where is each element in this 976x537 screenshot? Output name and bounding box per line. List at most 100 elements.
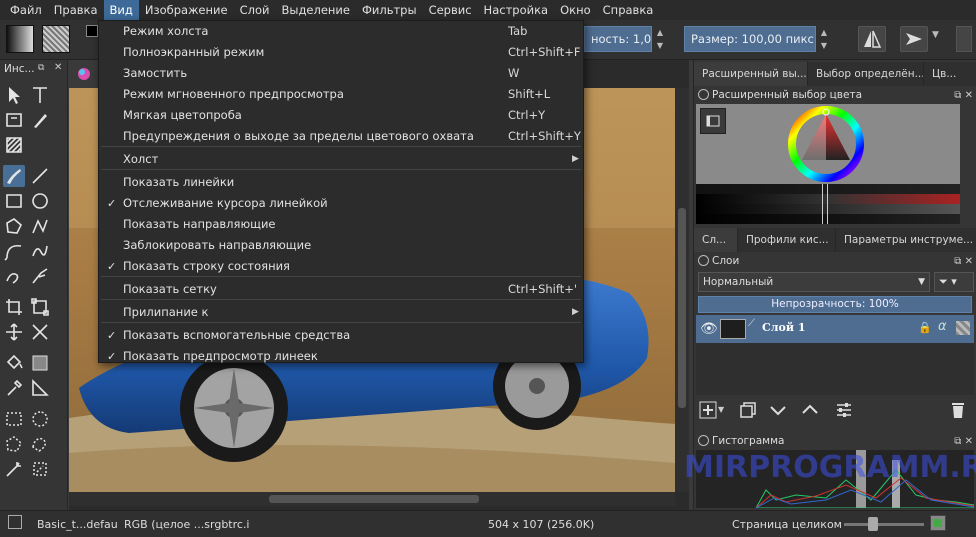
ellipse-tool-tool-button[interactable] <box>29 190 51 212</box>
shade-bar-3[interactable] <box>696 204 960 214</box>
tab-color[interactable]: Цв... <box>924 62 976 86</box>
size-slider[interactable]: Размер: 100,00 пикс. <box>684 26 816 52</box>
view-menu-item[interactable]: Холст ▶ <box>99 149 583 170</box>
edit-shapes-tool-button[interactable] <box>3 109 25 131</box>
polyline-tool-tool-button[interactable] <box>29 215 51 237</box>
menu-view[interactable]: Вид <box>103 0 139 20</box>
contiguous-select-tool-button[interactable] <box>3 458 25 480</box>
menu-layer[interactable]: Слой <box>234 0 276 20</box>
menu-image[interactable]: Изображение <box>139 0 234 20</box>
multibrush-tool-button[interactable] <box>29 265 51 287</box>
advanced-color-selector[interactable] <box>696 104 960 224</box>
move-layer-down-button[interactable] <box>768 400 788 420</box>
polygon-select-tool-button[interactable] <box>3 433 25 455</box>
close-icon[interactable]: ✕ <box>54 62 62 73</box>
inherit-alpha-icon[interactable] <box>956 321 970 335</box>
view-menu-item[interactable]: Показать линейки <box>99 172 583 193</box>
chevron-down-icon[interactable]: ▼ <box>932 30 939 40</box>
tab-advanced-color[interactable]: Расширенный вы... <box>694 62 808 86</box>
opacity-slider[interactable]: ность: 1,00 <box>584 26 652 52</box>
assistant-tool-tool-button[interactable] <box>29 377 51 399</box>
duplicate-layer-button[interactable] <box>738 400 758 420</box>
size-spin-arrows[interactable]: ▲ ▼ <box>818 26 830 52</box>
layer-properties-button[interactable] <box>834 400 854 420</box>
layer-opacity-slider[interactable]: Непрозрачность: 100% <box>698 296 972 313</box>
view-menu-item[interactable]: ✓ Показать вспомогательные средства <box>99 325 583 346</box>
rectangle-tool-tool-button[interactable] <box>3 190 25 212</box>
selector-settings-button[interactable] <box>700 108 726 134</box>
wrap-around-button[interactable] <box>900 26 928 52</box>
float-icon[interactable]: ⧉ <box>38 63 44 73</box>
menu-tools[interactable]: Сервис <box>423 0 478 20</box>
view-menu-item[interactable]: Режим холста Tab <box>99 21 583 42</box>
view-menu-item[interactable]: Режим мгновенного предпросмотра Shift+L <box>99 84 583 105</box>
delete-layer-button[interactable] <box>948 400 968 420</box>
opacity-spin-arrows[interactable]: ▲ ▼ <box>654 26 666 52</box>
vertical-scrollbar[interactable] <box>675 88 689 492</box>
view-menu-item[interactable]: ✓ Отслеживание курсора линейкой <box>99 193 583 214</box>
layer-row[interactable]: 👁 ⟋ Слой 1 🔒 α <box>696 315 974 343</box>
view-menu-item[interactable]: Прилипание к ▶ <box>99 302 583 323</box>
zoom-fit-button[interactable] <box>930 515 946 531</box>
gradient-tool-tool-button[interactable] <box>29 352 51 374</box>
gradient-preset-button[interactable] <box>6 25 34 53</box>
view-menu-item[interactable]: Заблокировать направляющие <box>99 235 583 256</box>
zoom-slider-handle[interactable] <box>868 517 878 531</box>
menu-edit[interactable]: Правка <box>48 0 104 20</box>
menu-help[interactable]: Справка <box>597 0 660 20</box>
rect-select-tool-button[interactable] <box>3 408 25 430</box>
view-menu-item[interactable]: ✓ Показать предпросмотр линеек <box>99 346 583 367</box>
outline-select-tool-button[interactable] <box>29 433 51 455</box>
calligraphy-tool-button[interactable] <box>29 109 51 131</box>
view-menu-item[interactable]: Показать сетку Ctrl+Shift+' <box>99 279 583 300</box>
ellipse-select-tool-button[interactable] <box>29 408 51 430</box>
freehand-path-tool-button[interactable] <box>29 240 51 262</box>
text-tool-tool-button[interactable] <box>29 84 51 106</box>
zoom-mode-label[interactable]: Страница целиком <box>732 518 842 531</box>
vertical-scroll-thumb[interactable] <box>678 208 686 408</box>
transform-tool-tool-button[interactable] <box>29 296 51 318</box>
line-tool-tool-button[interactable] <box>29 165 51 187</box>
shade-bar-4[interactable] <box>696 214 960 224</box>
pattern-preset-button[interactable] <box>42 25 70 53</box>
polygon-tool-tool-button[interactable] <box>3 215 25 237</box>
menu-file[interactable]: Файл <box>4 0 48 20</box>
alpha-lock-icon[interactable]: α <box>938 319 947 334</box>
float-close-icon[interactable]: ⧉ ✕ <box>954 87 973 105</box>
tab-brush-presets[interactable]: Профили кис... <box>738 228 836 252</box>
chevron-down-icon[interactable]: ▼ <box>718 405 738 425</box>
tab-tool-options[interactable]: Параметры инструме... <box>836 228 976 252</box>
move-layer-up-button[interactable] <box>800 400 820 420</box>
bezier-tool-tool-button[interactable] <box>3 240 25 262</box>
view-menu-item[interactable]: Показать направляющие <box>99 214 583 235</box>
view-menu-item[interactable]: Замостить W <box>99 63 583 84</box>
shade-bar-1[interactable] <box>696 184 960 194</box>
zoom-slider[interactable] <box>844 523 924 526</box>
similar-select-tool-button[interactable] <box>29 458 51 480</box>
view-menu-item[interactable]: Предупреждения о выходе за пределы цвето… <box>99 126 583 147</box>
menu-settings[interactable]: Настройка <box>478 0 555 20</box>
shade-bar-2[interactable] <box>696 194 960 204</box>
menu-select[interactable]: Выделение <box>275 0 356 20</box>
view-menu-item[interactable]: Мягкая цветопроба Ctrl+Y <box>99 105 583 126</box>
brush-preset-icon[interactable] <box>8 515 22 529</box>
select-shapes-tool-button[interactable] <box>3 84 25 106</box>
color-wheel[interactable] <box>786 104 866 184</box>
float-close-icon[interactable]: ⧉ ✕ <box>954 253 973 271</box>
measure-tool-tool-button[interactable] <box>29 321 51 343</box>
menu-window[interactable]: Окно <box>554 0 597 20</box>
move-tool-tool-button[interactable] <box>3 321 25 343</box>
freehand-brush-tool-button[interactable] <box>3 165 25 187</box>
tab-specific-color[interactable]: Выбор определён... <box>808 62 924 86</box>
fill-tool-tool-button[interactable] <box>3 352 25 374</box>
document-tab[interactable] <box>69 60 99 88</box>
view-menu-item[interactable]: ✓ Показать строку состояния <box>99 256 583 277</box>
lock-icon[interactable]: 🔒 <box>918 321 932 334</box>
horizontal-scrollbar[interactable] <box>69 492 675 506</box>
eye-icon[interactable]: 👁 <box>700 321 718 337</box>
layer-name[interactable]: Слой 1 <box>762 321 806 334</box>
layer-filter-button[interactable]: ⏷ ▾ <box>934 272 974 292</box>
menu-filters[interactable]: Фильтры <box>356 0 423 20</box>
pattern-tool-button[interactable] <box>3 134 25 156</box>
float-close-icon[interactable]: ⧉ ✕ <box>954 433 973 451</box>
